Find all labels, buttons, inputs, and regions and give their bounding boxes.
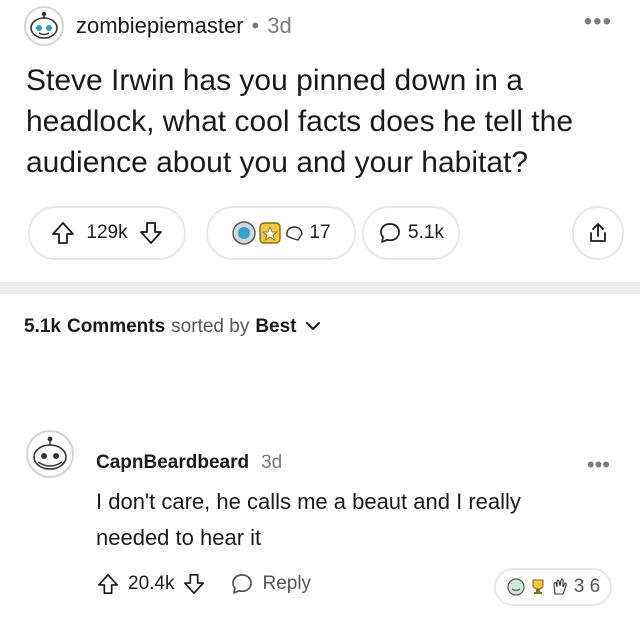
snoo-avatar-icon xyxy=(33,436,67,470)
vote-pill: 129k xyxy=(28,206,186,260)
share-icon xyxy=(586,221,610,245)
upvote-icon[interactable] xyxy=(50,220,76,246)
comment-vote-count: 20.4k xyxy=(128,573,175,594)
comment-item: CapnBeardbeard 3d ••• I don't care, he c… xyxy=(0,430,640,621)
comment-age: 3d xyxy=(261,452,283,473)
post-author[interactable]: zombiepiemaster xyxy=(76,13,244,39)
vote-count: 129k xyxy=(86,222,128,243)
award-gold-icon xyxy=(257,220,283,246)
snoo-avatar-icon xyxy=(30,11,58,39)
reply-label: Reply xyxy=(262,573,312,594)
comments-pill[interactable]: 5.1k xyxy=(362,206,460,260)
reply-button[interactable]: Reply xyxy=(230,572,311,596)
post-actions: 129k 17 5.1k xyxy=(28,206,624,260)
comment-awards-pill[interactable]: 3 6 xyxy=(494,568,612,606)
comment-actions: 20.4k Reply xyxy=(96,568,311,600)
ellipsis-icon: ••• xyxy=(583,8,612,35)
comment-icon xyxy=(230,572,254,596)
comments-label: Comments xyxy=(66,316,166,337)
comment-avatar[interactable] xyxy=(26,430,74,478)
comments-total: 5.1k xyxy=(24,316,61,337)
post-title[interactable]: Steve Irwin has you pinned down in a hea… xyxy=(26,60,626,183)
upvote-icon[interactable] xyxy=(96,572,120,596)
chevron-down-icon xyxy=(305,316,321,338)
comment-more-button[interactable]: ••• xyxy=(587,452,610,478)
comments-sort-bar[interactable]: 5.1k Comments sorted by Best xyxy=(24,316,321,338)
sorted-by-label: sorted by xyxy=(171,316,250,337)
post-card: zombiepiemaster • 3d ••• Steve Irwin has… xyxy=(0,0,640,282)
post-more-button[interactable]: ••• xyxy=(584,8,612,36)
share-button[interactable] xyxy=(572,206,624,260)
comment-award-count: 3 6 xyxy=(573,576,601,597)
author-avatar[interactable] xyxy=(24,6,64,46)
award-silver-icon xyxy=(231,220,257,246)
comment-count: 5.1k xyxy=(408,222,444,243)
downvote-icon[interactable] xyxy=(138,220,164,246)
comment-body: I don't care, he calls me a beaut and I … xyxy=(96,489,521,550)
awards-pill[interactable]: 17 xyxy=(206,206,356,260)
post-age: 3d xyxy=(267,13,292,38)
post-header: zombiepiemaster • 3d xyxy=(24,6,292,46)
ellipsis-icon: ••• xyxy=(586,452,610,477)
award-clap-icon xyxy=(550,577,570,597)
comment-vote: 20.4k xyxy=(96,572,206,596)
award-trophy-icon xyxy=(528,577,548,597)
section-divider xyxy=(0,282,640,294)
comment-icon xyxy=(378,221,402,245)
comment-header: CapnBeardbeard 3d xyxy=(96,452,282,474)
award-hug-icon xyxy=(283,222,305,244)
award-face-icon xyxy=(506,577,526,597)
sort-value: Best xyxy=(255,316,297,337)
downvote-icon[interactable] xyxy=(182,572,206,596)
comment-author[interactable]: CapnBeardbeard xyxy=(96,452,249,474)
award-count: 17 xyxy=(309,222,331,243)
separator-dot: • xyxy=(251,13,260,38)
